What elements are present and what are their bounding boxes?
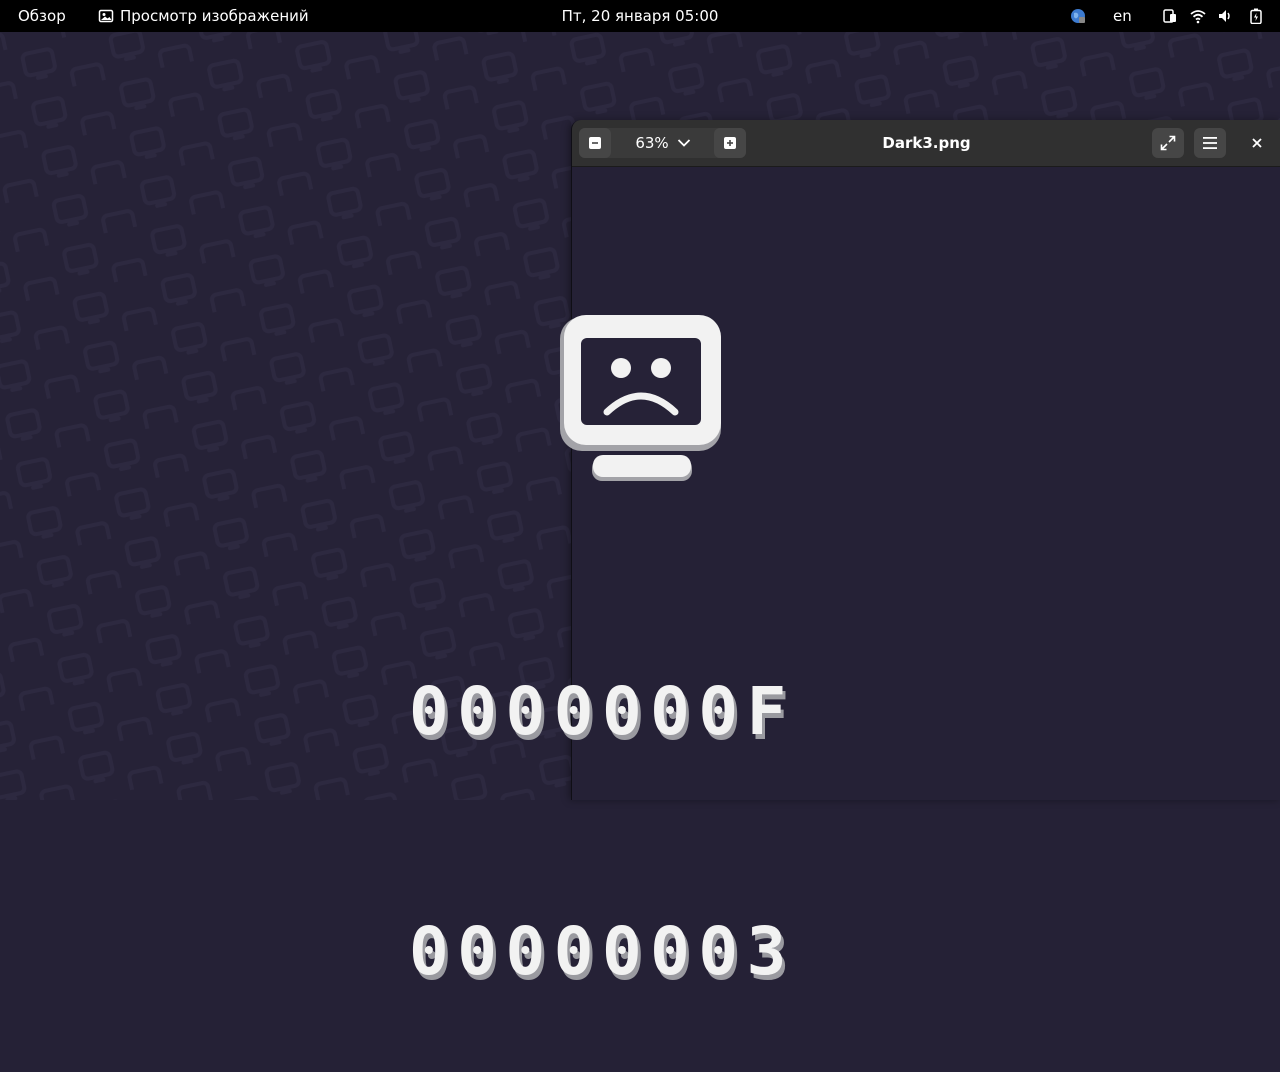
- display-icon[interactable]: [1162, 8, 1178, 24]
- zoom-level-value: 63%: [635, 134, 669, 152]
- error-code-line-2: 00000003: [409, 913, 795, 990]
- app-menu-button[interactable]: Просмотр изображений: [98, 0, 309, 32]
- fullscreen-icon: [1160, 135, 1176, 151]
- header-bar: 63% Dark3.png: [572, 120, 1280, 167]
- battery-icon[interactable]: [1248, 8, 1264, 24]
- hamburger-menu-icon: [1203, 137, 1217, 149]
- close-button[interactable]: [1242, 128, 1272, 158]
- chevron-down-icon: [677, 139, 690, 147]
- zoom-in-button[interactable]: [714, 128, 746, 158]
- error-code-line-1: 0000000F: [409, 673, 795, 750]
- close-icon: [1252, 138, 1262, 148]
- fullscreen-button[interactable]: [1152, 128, 1184, 158]
- top-panel: Обзор Просмотр изображений Пт, 20 января…: [0, 0, 1280, 32]
- keyboard-layout-indicator[interactable]: en: [1113, 0, 1132, 32]
- app-menu-label: Просмотр изображений: [120, 7, 309, 25]
- zoom-out-icon: [589, 137, 601, 149]
- network-globe-icon[interactable]: [1070, 8, 1086, 24]
- error-code-text: 0000000F 00000003: [409, 512, 879, 1072]
- zoom-out-button[interactable]: [579, 128, 611, 158]
- clock-button[interactable]: Пт, 20 января 05:00: [562, 7, 719, 25]
- main-menu-button[interactable]: [1194, 128, 1226, 158]
- zoom-level-dropdown[interactable]: 63%: [615, 128, 711, 158]
- image-viewer-app-icon: [98, 9, 114, 23]
- wifi-icon[interactable]: [1190, 8, 1206, 24]
- zoom-in-icon: [724, 137, 736, 149]
- zoom-controls: 63%: [579, 128, 746, 158]
- activities-button[interactable]: Обзор: [18, 0, 66, 32]
- volume-icon[interactable]: [1217, 8, 1233, 24]
